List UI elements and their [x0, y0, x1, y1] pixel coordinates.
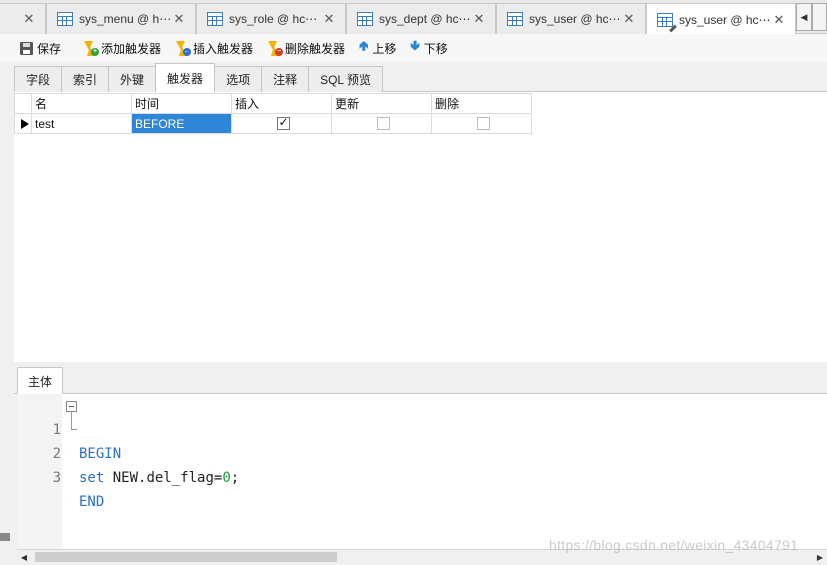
table-icon: [207, 12, 223, 26]
left-edge-strip: [0, 92, 14, 565]
table-icon: [57, 12, 73, 26]
add-trigger-button[interactable]: + 添加触发器: [83, 40, 161, 57]
code-expression: NEW.del_flag=: [104, 470, 223, 486]
tab-fields[interactable]: 字段: [14, 66, 63, 92]
watermark: https://blog.csdn.net/weixin_43404791: [549, 537, 799, 553]
insert-trigger-icon: ←: [175, 40, 192, 56]
trigger-grid: 名 时间 插入 更新 删除 test BEFORE: [14, 93, 532, 134]
code-line-1: 1 BEGIN: [17, 394, 122, 462]
tab-indexes[interactable]: 索引: [61, 66, 110, 92]
add-trigger-label: 添加触发器: [101, 41, 162, 56]
delete-trigger-button[interactable]: − 删除触发器: [267, 40, 345, 57]
table-row[interactable]: test BEFORE: [14, 113, 532, 134]
tab-comments[interactable]: 注释: [261, 66, 310, 92]
doc-tab-label: sys_menu @ h⋯: [79, 12, 171, 26]
add-trigger-icon: +: [83, 40, 100, 56]
scroll-left-arrow-icon[interactable]: ◀: [17, 551, 31, 563]
code-line-3: 3 END: [17, 442, 105, 510]
save-button[interactable]: 保存: [20, 40, 61, 57]
doc-tab-label: sys_user @ hc⋯: [529, 12, 621, 26]
code-line-2: 2 set NEW.del_flag=0;: [17, 418, 240, 486]
doc-tab-sys-dept[interactable]: sys_dept @ hc⋯ ✕: [346, 3, 496, 34]
close-icon[interactable]: ✕: [321, 11, 337, 27]
trigger-grid-area: 名 时间 插入 更新 删除 test BEFORE: [14, 92, 827, 362]
delete-trigger-label: 删除触发器: [285, 41, 346, 56]
tab-triggers[interactable]: 触发器: [155, 63, 216, 92]
fold-guide-end: [71, 429, 77, 430]
grid-header-row: 名 时间 插入 更新 删除: [14, 93, 532, 114]
body-tab-strip: 主体: [14, 362, 827, 395]
code-terminator: ;: [230, 470, 240, 486]
delete-trigger-icon: −: [267, 40, 284, 56]
scroll-right-arrow-icon[interactable]: ▶: [813, 551, 827, 563]
column-header-name[interactable]: 名: [31, 93, 132, 114]
save-label: 保存: [37, 41, 62, 56]
arrow-down-icon: 🢃: [410, 38, 420, 53]
tab-body[interactable]: 主体: [17, 367, 63, 395]
insert-checkbox[interactable]: [276, 115, 290, 130]
doc-tab-sys-role[interactable]: sys_role @ hc⋯ ✕: [196, 3, 346, 34]
table-icon: [507, 12, 523, 26]
chevron-left-icon: ◀: [800, 11, 808, 22]
insert-trigger-button[interactable]: ← 插入触发器: [175, 40, 253, 57]
code-text: BEGIN: [79, 446, 122, 462]
doc-tab-sys-menu[interactable]: sys_menu @ h⋯ ✕: [46, 3, 196, 34]
tab-scroll-right-button[interactable]: [812, 3, 827, 31]
code-text: set NEW.del_flag=0;: [79, 466, 239, 490]
doc-tab-label: sys_dept @ hc⋯: [379, 12, 471, 26]
save-icon: [20, 41, 33, 55]
close-icon[interactable]: ✕: [771, 12, 787, 28]
doc-tab-sys-user-active[interactable]: sys_user @ hc⋯ ✕: [646, 3, 796, 35]
row-marker-header: [14, 93, 32, 114]
update-checkbox[interactable]: [376, 117, 390, 130]
doc-tab-label: sys_role @ hc⋯: [229, 12, 318, 26]
row-marker[interactable]: [14, 113, 32, 134]
insert-trigger-label: 插入触发器: [193, 41, 254, 56]
delete-checkbox[interactable]: [476, 117, 490, 130]
close-icon[interactable]: ✕: [21, 11, 37, 27]
trigger-update-cell: [331, 113, 432, 134]
tab-options[interactable]: 选项: [214, 66, 263, 92]
table-design-icon: [657, 12, 677, 32]
arrow-up-icon: 🢁: [359, 38, 369, 53]
trigger-delete-cell: [431, 113, 532, 134]
current-row-pointer-icon: [21, 118, 29, 129]
property-tabs: 字段 索引 外键 触发器 选项 注释 SQL 预览: [14, 63, 383, 92]
code-number: 0: [222, 470, 231, 486]
table-icon: [357, 12, 373, 26]
trigger-body-panel: 主体 1 BEGIN 2 set NEW.del_flag=0; 3 END ◀…: [14, 362, 827, 565]
code-keyword: set: [79, 470, 105, 486]
fold-collapse-icon[interactable]: [66, 401, 77, 412]
scrollbar-thumb[interactable]: [35, 552, 337, 562]
doc-tab-truncated[interactable]: ✕: [0, 3, 46, 34]
move-up-button[interactable]: 🢁 上移: [359, 37, 396, 59]
tab-foreign-keys[interactable]: 外键: [108, 66, 157, 92]
column-header-time[interactable]: 时间: [131, 93, 232, 114]
sql-editor[interactable]: 1 BEGIN 2 set NEW.del_flag=0; 3 END: [17, 394, 827, 550]
line-number: 3: [52, 470, 61, 486]
tab-scroll-left-button[interactable]: ◀: [796, 3, 812, 31]
edge-marker: [0, 533, 10, 541]
doc-tab-sys-user[interactable]: sys_user @ hc⋯ ✕: [496, 3, 646, 34]
move-up-label: 上移: [372, 41, 397, 56]
code-text: END: [79, 494, 105, 510]
column-header-insert[interactable]: 插入: [231, 93, 332, 114]
tab-sql-preview[interactable]: SQL 预览: [308, 66, 383, 92]
close-icon[interactable]: ✕: [171, 11, 187, 27]
close-icon[interactable]: ✕: [471, 11, 487, 27]
move-down-label: 下移: [423, 41, 448, 56]
trigger-insert-cell: [231, 113, 332, 134]
trigger-name-cell[interactable]: test: [31, 113, 132, 134]
doc-tab-label: sys_user @ hc⋯: [679, 12, 771, 27]
column-header-update[interactable]: 更新: [331, 93, 432, 114]
toolbar: 保存 + 添加触发器 ← 插入触发器 − 删除触发器 🢁 上移 🢃 下移: [0, 34, 827, 62]
document-tab-strip: ✕ sys_menu @ h⋯ ✕ sys_role @ hc⋯ ✕ sys_d…: [0, 0, 827, 35]
fold-guide: [71, 412, 72, 429]
move-down-button[interactable]: 🢃 下移: [410, 37, 447, 59]
trigger-time-cell[interactable]: BEFORE: [131, 113, 232, 134]
close-icon[interactable]: ✕: [621, 11, 637, 27]
column-header-delete[interactable]: 删除: [431, 93, 532, 114]
